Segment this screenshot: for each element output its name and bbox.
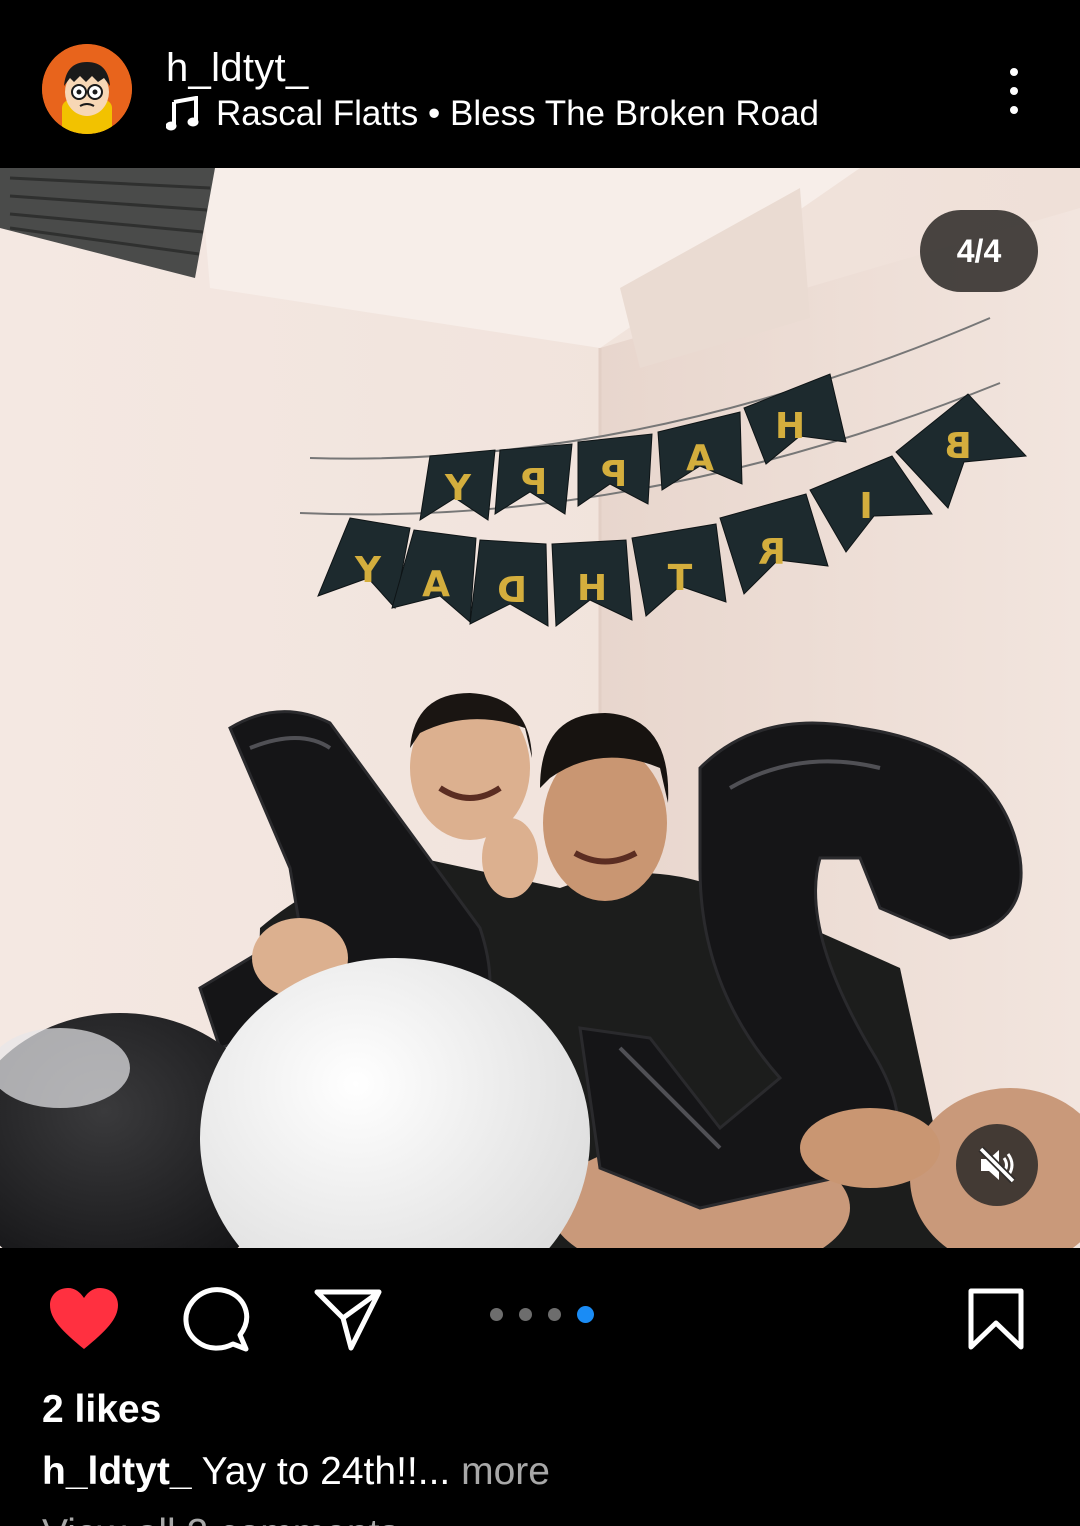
music-song: Bless The Broken Road <box>450 94 820 133</box>
post-header: h_ldtyt_ Rascal Flatts • Bless The Broke… <box>0 0 1080 168</box>
carousel-dot <box>519 1308 532 1321</box>
banner-letter: T <box>667 558 692 599</box>
post-action-bar <box>0 1248 1080 1378</box>
banner-letter: H <box>577 568 607 609</box>
banner-letter: Y <box>354 550 382 591</box>
view-comments-link[interactable]: View all 2 comments <box>42 1512 399 1526</box>
caption-more-link[interactable]: more <box>461 1450 550 1493</box>
avatar[interactable] <box>42 44 132 134</box>
music-note-icon <box>166 96 199 131</box>
carousel-dot <box>490 1308 503 1321</box>
music-attribution[interactable]: Rascal Flatts • Bless The Broken Road <box>166 94 819 134</box>
avatar-cartoon-image <box>42 44 132 134</box>
carousel-indicator <box>490 1306 594 1323</box>
post-username[interactable]: h_ldtyt_ <box>166 46 309 91</box>
banner-letter: I <box>859 486 872 527</box>
banner-letter: H <box>775 406 805 447</box>
bookmark-icon[interactable] <box>958 1284 1034 1354</box>
heart-filled-icon[interactable] <box>46 1284 122 1354</box>
caption-ellipsis: ... <box>417 1450 451 1493</box>
carousel-counter: 4/4 <box>920 210 1038 292</box>
banner-letter: P <box>601 454 627 495</box>
post-caption: h_ldtyt_ Yay to 24th!!... more <box>42 1450 550 1494</box>
banner-letter: B <box>944 426 971 467</box>
birthday-photo-illustration: Y P P A H Y A D H T R I B <box>0 168 1080 1248</box>
banner-letter: P <box>521 462 547 503</box>
banner-letter: A <box>686 438 714 479</box>
more-options-icon[interactable] <box>994 62 1034 120</box>
banner-letter: D <box>497 570 527 611</box>
carousel-dot-active <box>577 1306 594 1323</box>
banner-letter: Y <box>444 468 472 509</box>
paper-plane-icon[interactable] <box>310 1284 386 1354</box>
music-artist: Rascal Flatts <box>216 94 419 133</box>
music-separator: • <box>428 94 441 133</box>
banner-letter: A <box>422 564 450 605</box>
likes-count[interactable]: 2 likes <box>42 1388 161 1432</box>
comment-bubble-icon[interactable] <box>178 1284 254 1354</box>
speaker-muted-icon[interactable] <box>956 1124 1038 1206</box>
caption-username[interactable]: h_ldtyt_ <box>42 1450 192 1493</box>
carousel-dot <box>548 1308 561 1321</box>
banner-letter: R <box>758 532 786 573</box>
post-photo[interactable]: Y P P A H Y A D H T R I B 4/4 <box>0 168 1080 1248</box>
caption-text: Yay to 24th!! <box>201 1450 418 1493</box>
